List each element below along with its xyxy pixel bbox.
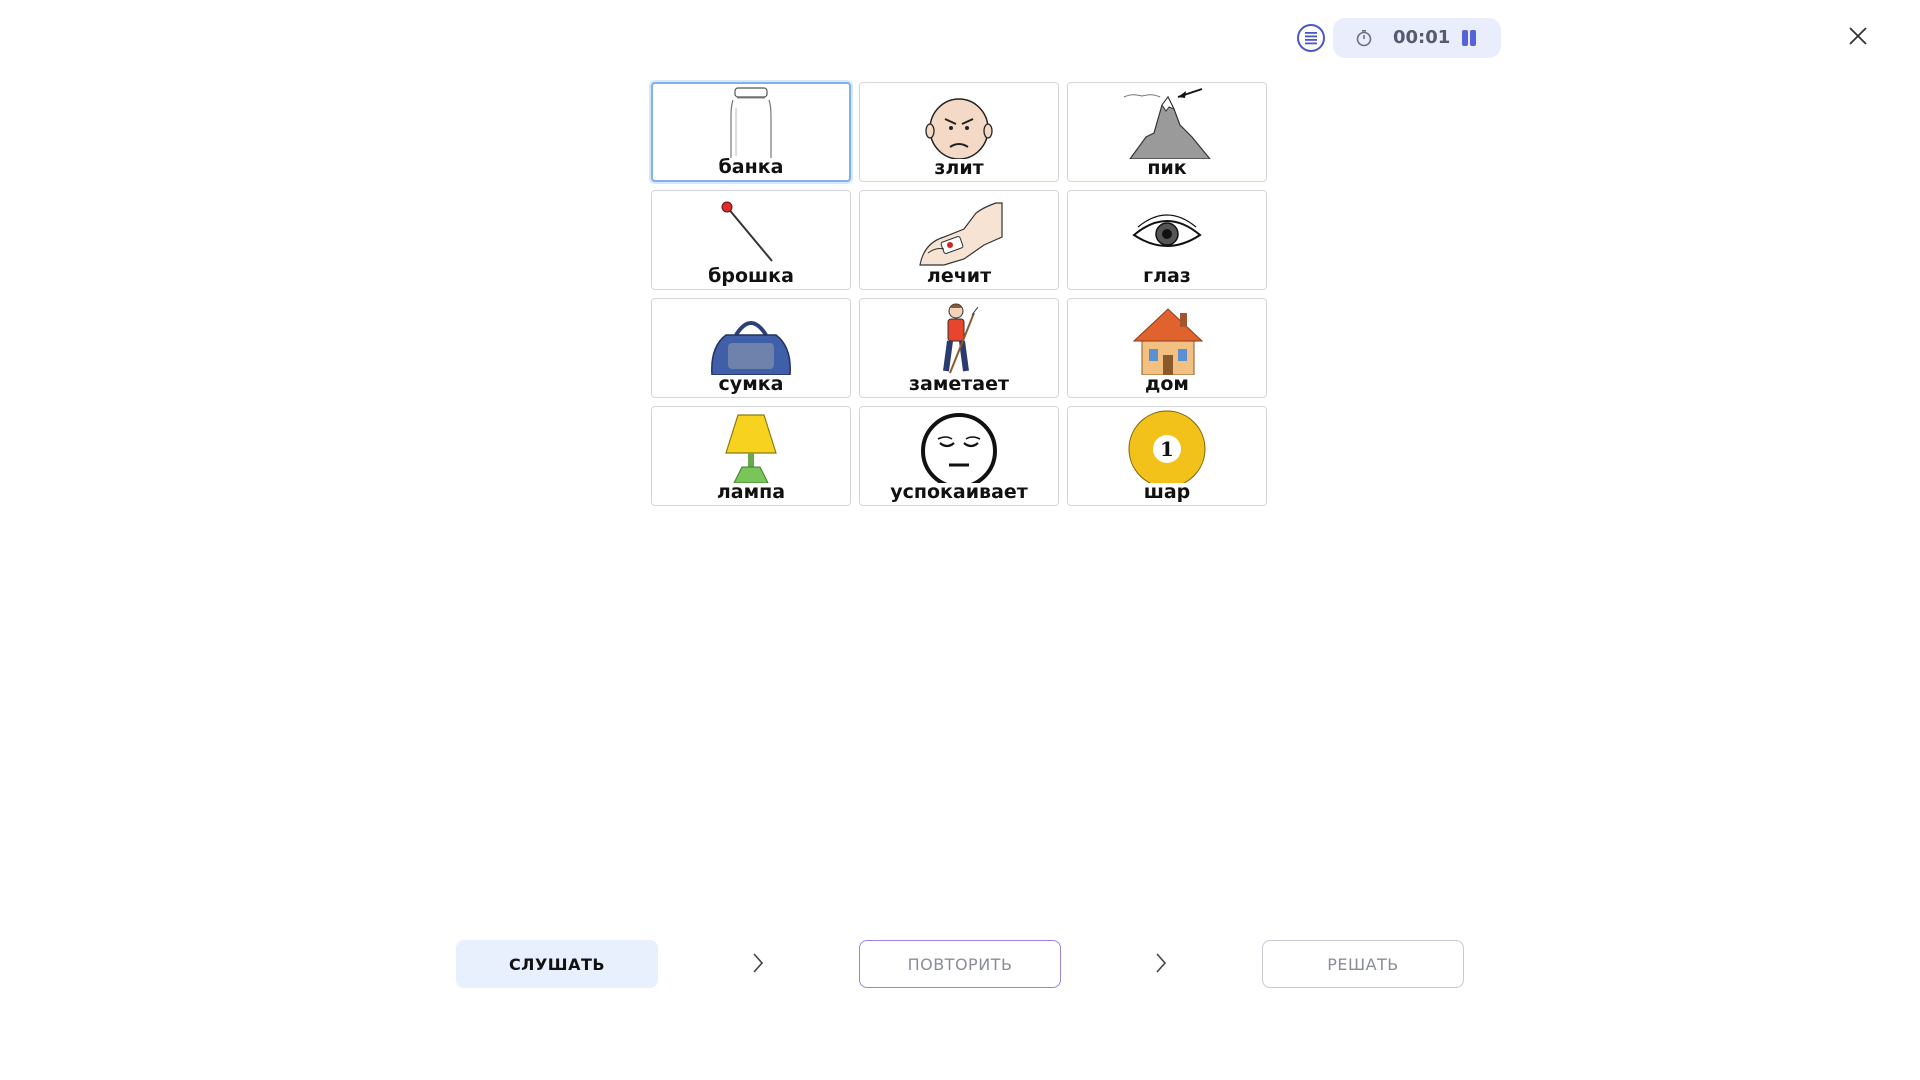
card-label: лечит (926, 265, 992, 287)
lamp-icon (725, 414, 777, 483)
card-label: шар (1143, 481, 1191, 503)
close-icon[interactable] (1846, 24, 1870, 48)
pause-icon (1470, 30, 1476, 46)
timer-panel: 00:01 (1333, 18, 1501, 58)
card-zametaet[interactable]: заметает (859, 298, 1059, 398)
timer-value: 00:01 (1393, 27, 1451, 48)
angry-face-icon (925, 98, 993, 159)
card-zlit[interactable]: злит (859, 82, 1059, 182)
card-glaz[interactable]: глаз (1067, 190, 1267, 290)
list-menu-button[interactable] (1297, 24, 1325, 52)
solve-button[interactable]: РЕШАТЬ (1262, 940, 1464, 988)
pin-icon (721, 201, 773, 262)
card-label: брошка (708, 265, 794, 287)
card-label: сумка (718, 373, 784, 395)
listen-button[interactable]: СЛУШАТЬ (456, 940, 658, 988)
card-shar[interactable]: 1 шар (1067, 406, 1267, 506)
stopwatch-icon (1356, 29, 1372, 47)
card-label: глаз (1143, 265, 1191, 287)
bandage-icon (919, 202, 1003, 266)
card-label: банка (718, 156, 784, 178)
house-icon (1132, 308, 1204, 375)
word-card-grid: банка злит пик брошка лечит глаз сумка з… (651, 82, 1267, 506)
mountain-peak-icon (1123, 88, 1211, 159)
card-label: заметает (908, 373, 1009, 395)
card-pik[interactable]: пик (1067, 82, 1267, 182)
card-broshka[interactable]: брошка (651, 190, 851, 290)
card-dom[interactable]: дом (1067, 298, 1267, 398)
repeat-button[interactable]: ПОВТОРИТЬ (859, 940, 1061, 988)
jar-icon (730, 87, 772, 158)
card-label: злит (934, 157, 984, 179)
pause-icon (1462, 30, 1468, 46)
pause-button[interactable] (1459, 28, 1479, 48)
ball-number: 1 (1160, 437, 1174, 461)
card-lampa[interactable]: лампа (651, 406, 851, 506)
card-label: пик (1147, 157, 1187, 179)
card-label: лампа (716, 481, 786, 503)
sweeping-boy-icon (943, 303, 979, 374)
card-sumka[interactable]: сумка (651, 298, 851, 398)
chevron-right-icon (753, 953, 764, 973)
card-banka[interactable]: банка (651, 82, 851, 182)
chevron-right-icon (1156, 953, 1167, 973)
card-uspokaivaet[interactable]: успокаивает (859, 406, 1059, 506)
calm-face-icon (921, 413, 997, 483)
eye-icon (1132, 214, 1202, 247)
list-icon (1305, 32, 1317, 45)
card-label: дом (1145, 373, 1189, 395)
card-label: успокаивает (890, 481, 1028, 503)
billiard-ball-icon: 1 (1128, 410, 1206, 483)
card-lechit[interactable]: лечит (859, 190, 1059, 290)
bag-icon (711, 321, 791, 375)
